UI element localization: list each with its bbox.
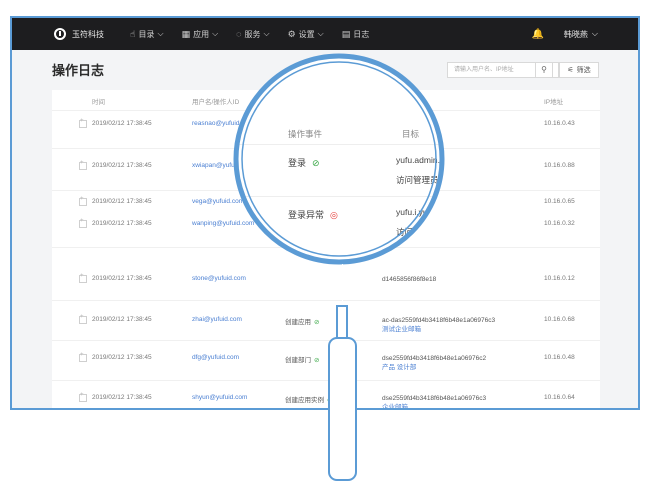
magnifier-neck	[333, 262, 345, 264]
magnifier-graphic	[233, 53, 445, 481]
magnifier-handle	[328, 337, 357, 481]
magnifier-collar	[336, 305, 348, 339]
magnifier-outer-ring	[233, 53, 445, 265]
magnifier-inner-ring	[241, 61, 437, 257]
